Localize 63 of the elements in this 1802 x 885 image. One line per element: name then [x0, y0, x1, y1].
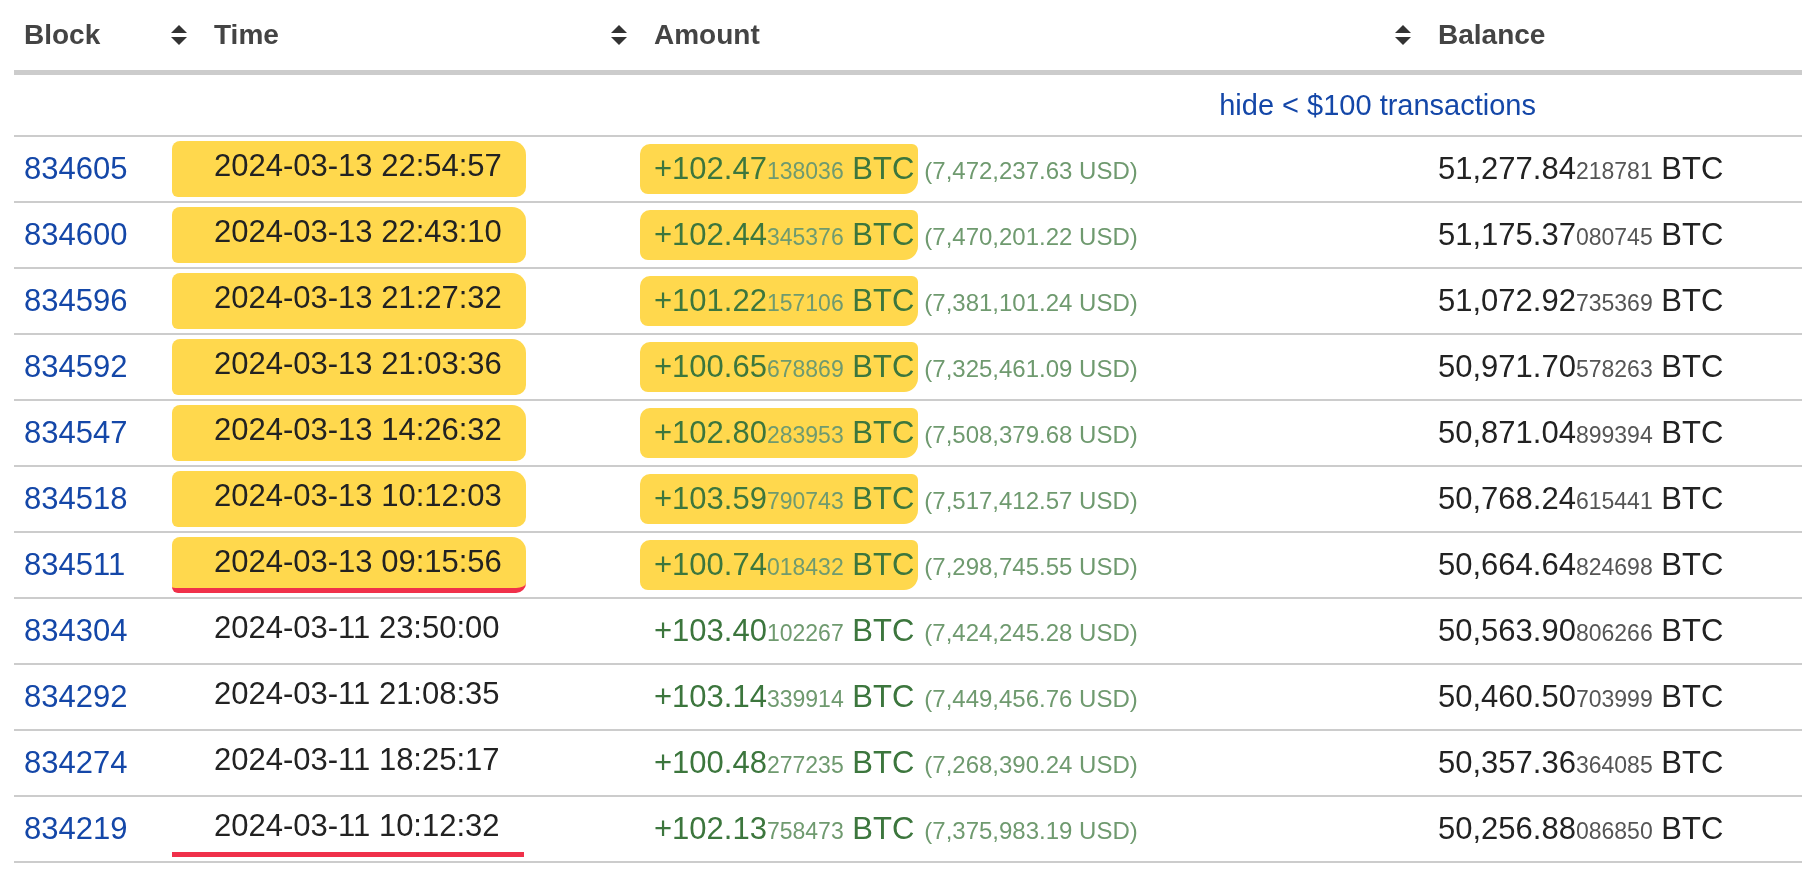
column-header[interactable]: Block [24, 13, 101, 56]
usd-value: (7,470,201.22 USD) [924, 222, 1138, 250]
block-link[interactable]: 834511 [24, 546, 126, 582]
sort-icon[interactable] [610, 22, 628, 47]
block-link[interactable]: 834274 [24, 744, 128, 780]
time-text: 2024-03-11 10:12:32 [172, 801, 524, 857]
usd-value: (7,424,245.28 USD) [924, 618, 1138, 646]
amount-text: +103.40102267 BTC [653, 611, 916, 650]
filter-link[interactable]: hide < $100 transactions [1219, 88, 1536, 121]
balance-text: 51,175.37080745 BTC [1438, 216, 1724, 252]
column-header[interactable]: Time [214, 13, 279, 56]
time-text: 2024-03-13 09:15:56 [172, 537, 526, 593]
block-link[interactable]: 834605 [24, 150, 128, 186]
time-text: 2024-03-11 21:08:35 [213, 675, 501, 714]
amount-text: +102.13758473 BTC [653, 809, 916, 848]
balance-text: 50,563.90806266 BTC [1438, 612, 1724, 648]
amount-text: +103.59790743 BTC [640, 473, 919, 525]
amount-text: +102.80283953 BTC [640, 407, 919, 459]
time-text: 2024-03-11 18:25:17 [213, 741, 501, 780]
balance-text: 50,971.70578263 BTC [1438, 348, 1724, 384]
amount-text: +102.47138036 BTC [640, 143, 919, 195]
amount-text: +100.48277235 BTC [653, 743, 916, 782]
block-link[interactable]: 834219 [24, 810, 128, 846]
block-link[interactable]: 834592 [24, 348, 128, 384]
column-header[interactable]: Balance [1438, 13, 1546, 56]
time-text: 2024-03-13 21:03:36 [172, 339, 526, 395]
amount-text: +101.22157106 BTC [640, 275, 919, 327]
block-link[interactable]: 834596 [24, 282, 128, 318]
block-link[interactable]: 834518 [24, 480, 128, 516]
time-text: 2024-03-13 21:27:32 [172, 273, 526, 329]
column-header[interactable]: Amount [654, 13, 760, 56]
balance-text: 50,768.24615441 BTC [1438, 480, 1724, 516]
time-text: 2024-03-13 22:54:57 [172, 141, 526, 197]
block-link[interactable]: 834304 [24, 612, 128, 648]
balance-text: 51,072.92735369 BTC [1438, 282, 1724, 318]
usd-value: (7,268,390.24 USD) [924, 750, 1138, 778]
sort-icon[interactable] [1394, 22, 1412, 47]
block-link[interactable]: 834600 [24, 216, 128, 252]
sort-icon[interactable] [170, 22, 188, 47]
amount-text: +100.74018432 BTC [640, 539, 919, 591]
block-link[interactable]: 834292 [24, 678, 128, 714]
balance-text: 50,256.88086850 BTC [1438, 810, 1724, 846]
amount-text: +100.65678869 BTC [640, 341, 919, 393]
balance-text: 50,460.50703999 BTC [1438, 678, 1724, 714]
amount-text: +102.44345376 BTC [640, 209, 919, 261]
usd-value: (7,508,379.68 USD) [924, 420, 1138, 448]
usd-value: (7,449,456.76 USD) [924, 684, 1138, 712]
time-text: 2024-03-13 10:12:03 [172, 471, 526, 527]
usd-value: (7,375,983.19 USD) [924, 816, 1138, 844]
usd-value: (7,472,237.63 USD) [924, 156, 1138, 184]
usd-value: (7,381,101.24 USD) [924, 288, 1138, 316]
time-text: 2024-03-13 14:26:32 [172, 405, 526, 461]
block-link[interactable]: 834547 [24, 414, 128, 450]
usd-value: (7,298,745.55 USD) [924, 552, 1138, 580]
time-text: 2024-03-11 23:50:00 [213, 609, 501, 648]
time-text: 2024-03-13 22:43:10 [172, 207, 526, 263]
usd-value: (7,325,461.09 USD) [924, 354, 1138, 382]
balance-text: 50,357.36364085 BTC [1438, 744, 1724, 780]
amount-text: +103.14339914 BTC [653, 677, 916, 716]
balance-text: 50,871.04899394 BTC [1438, 414, 1724, 450]
balance-text: 50,664.64824698 BTC [1438, 546, 1724, 582]
balance-text: 51,277.84218781 BTC [1438, 150, 1724, 186]
usd-value: (7,517,412.57 USD) [924, 486, 1138, 514]
